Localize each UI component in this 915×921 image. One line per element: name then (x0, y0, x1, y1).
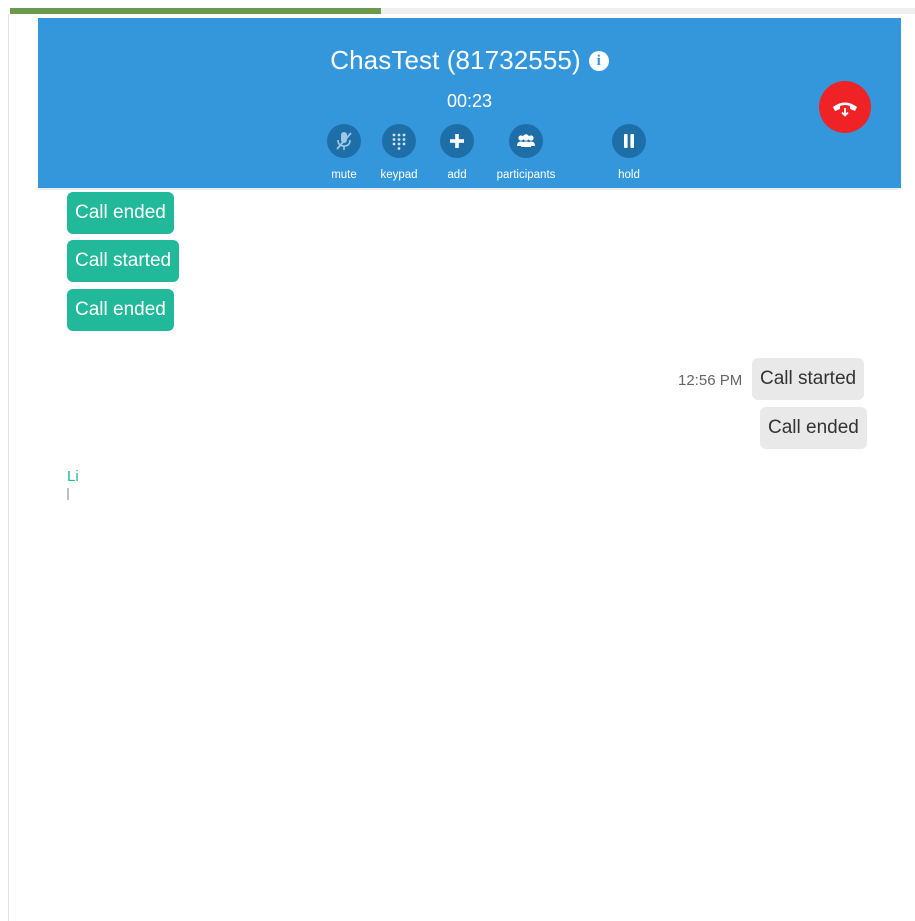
mute-label: mute (331, 169, 357, 181)
info-icon[interactable]: i (588, 51, 609, 71)
hangup-phone-icon (831, 96, 859, 118)
add-button[interactable]: add (439, 124, 475, 182)
hold-button[interactable]: hold (611, 124, 647, 182)
call-title-row: ChasTest (81732555) i (38, 44, 901, 76)
partial-sender-label: Li (67, 468, 79, 485)
outgoing-message-bubble: Call ended (760, 407, 867, 449)
add-label: add (447, 169, 467, 181)
participants-button[interactable]: participants (486, 124, 566, 182)
participants-label: participants (496, 169, 556, 181)
panel-left-border (8, 14, 9, 921)
outgoing-message-bubble: Call started (752, 358, 865, 400)
incoming-message-bubble: Call ended (67, 289, 174, 331)
loading-progress-fill (10, 8, 382, 14)
partial-text-fragment (67, 488, 69, 500)
keypad-button[interactable]: keypad (377, 124, 421, 182)
loading-progress-bar (10, 8, 915, 14)
incoming-message-bubble: Call ended (67, 192, 174, 234)
hold-label: hold (618, 169, 640, 181)
incoming-message-bubble: Call started (67, 240, 180, 282)
plus-icon (440, 124, 474, 158)
microphone-muted-icon (327, 124, 361, 158)
keypad-label: keypad (380, 169, 418, 181)
message-timestamp: 12:56 PM (678, 372, 743, 389)
call-timer: 00:23 (446, 91, 493, 111)
pause-icon (612, 124, 646, 158)
contact-name: ChasTest (81732555) (330, 45, 581, 75)
mute-button[interactable]: mute (325, 124, 363, 182)
active-call-header: ChasTest (81732555) i 00:23 mute keypad … (38, 18, 901, 190)
hangup-button[interactable] (819, 81, 871, 133)
keypad-icon (382, 124, 416, 158)
participants-icon (509, 124, 543, 158)
